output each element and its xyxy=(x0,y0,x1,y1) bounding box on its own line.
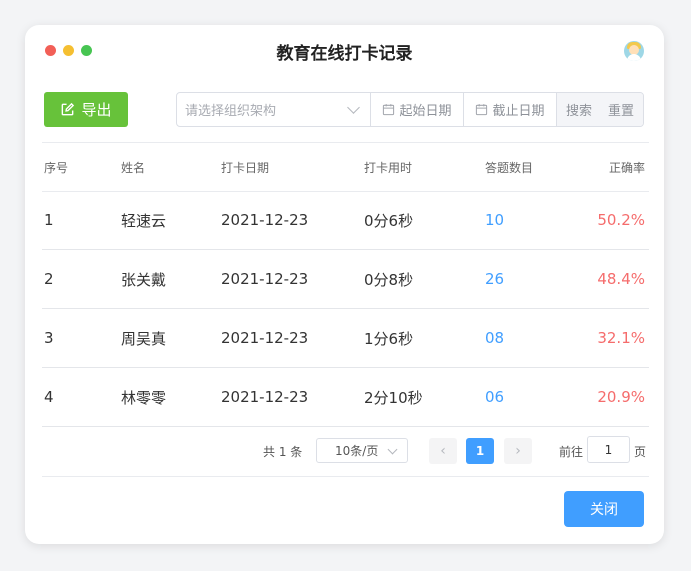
chevron-right-icon: › xyxy=(515,443,521,459)
cell-duration: 0分6秒 xyxy=(364,211,414,230)
column-header-accuracy: 正确率 xyxy=(608,160,645,175)
pagination: 共 1 条 10条/页 ‹ 1 › 前往 1 页 xyxy=(25,435,664,467)
table-header: 序号 姓名 打卡日期 打卡用时 答题数目 正确率 xyxy=(42,142,649,192)
table-row[interactable]: 1 轻速云 2021-12-23 0分6秒 10 50.2% xyxy=(42,191,649,250)
cell-name: 林零零 xyxy=(121,388,167,407)
column-header-no: 序号 xyxy=(44,160,69,175)
calendar-icon xyxy=(383,104,395,116)
filter-actions: 搜索 重置 xyxy=(557,93,643,126)
page-size-value: 10条/页 xyxy=(335,444,379,458)
table-row[interactable]: 3 周吴真 2021-12-23 1分6秒 08 32.1% xyxy=(42,309,649,368)
cell-no: 4 xyxy=(44,388,54,406)
cell-date: 2021-12-23 xyxy=(221,329,309,347)
cell-name: 轻速云 xyxy=(121,211,167,230)
cell-accuracy: 20.9% xyxy=(597,388,645,406)
cell-name: 张关戴 xyxy=(121,270,167,289)
page-suffix-label: 页 xyxy=(634,445,647,459)
export-label: 导出 xyxy=(81,101,112,119)
page-size-select[interactable]: 10条/页 xyxy=(316,438,408,463)
table-row[interactable]: 2 张关戴 2021-12-23 0分8秒 26 48.4% xyxy=(42,250,649,309)
table-row[interactable]: 4 林零零 2021-12-23 2分10秒 06 20.9% xyxy=(42,368,649,427)
cell-date: 2021-12-23 xyxy=(221,211,309,229)
dialog-window: 教育在线打卡记录 导出 请选择组织架构 起始日期 截止日期 搜索 重置 序号 姓… xyxy=(25,25,664,544)
user-avatar-icon[interactable] xyxy=(624,41,644,61)
column-header-duration: 打卡用时 xyxy=(364,160,413,175)
cell-name: 周吴真 xyxy=(121,329,167,348)
cell-accuracy: 48.4% xyxy=(597,270,645,288)
cell-duration: 1分6秒 xyxy=(364,329,414,348)
page-number-button[interactable]: 1 xyxy=(466,438,494,464)
cell-count: 08 xyxy=(485,329,505,347)
edit-export-icon xyxy=(62,102,75,116)
cell-accuracy: 50.2% xyxy=(597,211,645,229)
column-header-date: 打卡日期 xyxy=(221,160,270,175)
start-date-picker[interactable]: 起始日期 xyxy=(371,93,464,126)
column-header-count: 答题数目 xyxy=(485,160,534,175)
chevron-down-icon xyxy=(347,101,360,114)
prev-page-button[interactable]: ‹ xyxy=(429,438,457,464)
chevron-left-icon: ‹ xyxy=(440,443,446,459)
start-date-placeholder: 起始日期 xyxy=(399,104,452,119)
window-title: 教育在线打卡记录 xyxy=(276,44,413,64)
cell-date: 2021-12-23 xyxy=(221,388,309,406)
calendar-icon xyxy=(476,104,488,116)
next-page-button[interactable]: › xyxy=(504,438,532,464)
cell-count: 06 xyxy=(485,388,505,406)
goto-label: 前往 xyxy=(559,445,584,459)
search-button[interactable]: 搜索 xyxy=(566,100,592,119)
cell-count: 26 xyxy=(485,270,505,288)
goto-page-input[interactable]: 1 xyxy=(587,436,630,463)
cell-no: 3 xyxy=(44,329,54,347)
cell-duration: 2分10秒 xyxy=(364,388,423,407)
cell-no: 2 xyxy=(44,270,54,288)
org-select[interactable]: 请选择组织架构 xyxy=(177,93,371,126)
pagination-total: 共 1 条 xyxy=(263,445,303,459)
cell-accuracy: 32.1% xyxy=(597,329,645,347)
end-date-placeholder: 截止日期 xyxy=(492,104,545,119)
divider xyxy=(42,476,649,477)
cell-no: 1 xyxy=(44,211,54,229)
org-select-placeholder: 请选择组织架构 xyxy=(185,104,277,119)
end-date-picker[interactable]: 截止日期 xyxy=(464,93,557,126)
filter-bar: 请选择组织架构 起始日期 截止日期 搜索 重置 xyxy=(176,92,644,127)
chevron-down-icon xyxy=(387,444,398,455)
cell-count: 10 xyxy=(485,211,505,229)
close-button[interactable]: 关闭 xyxy=(564,491,644,527)
reset-button[interactable]: 重置 xyxy=(608,100,634,119)
column-header-name: 姓名 xyxy=(121,160,146,175)
cell-duration: 0分8秒 xyxy=(364,270,414,289)
export-button[interactable]: 导出 xyxy=(44,92,128,127)
cell-date: 2021-12-23 xyxy=(221,270,309,288)
